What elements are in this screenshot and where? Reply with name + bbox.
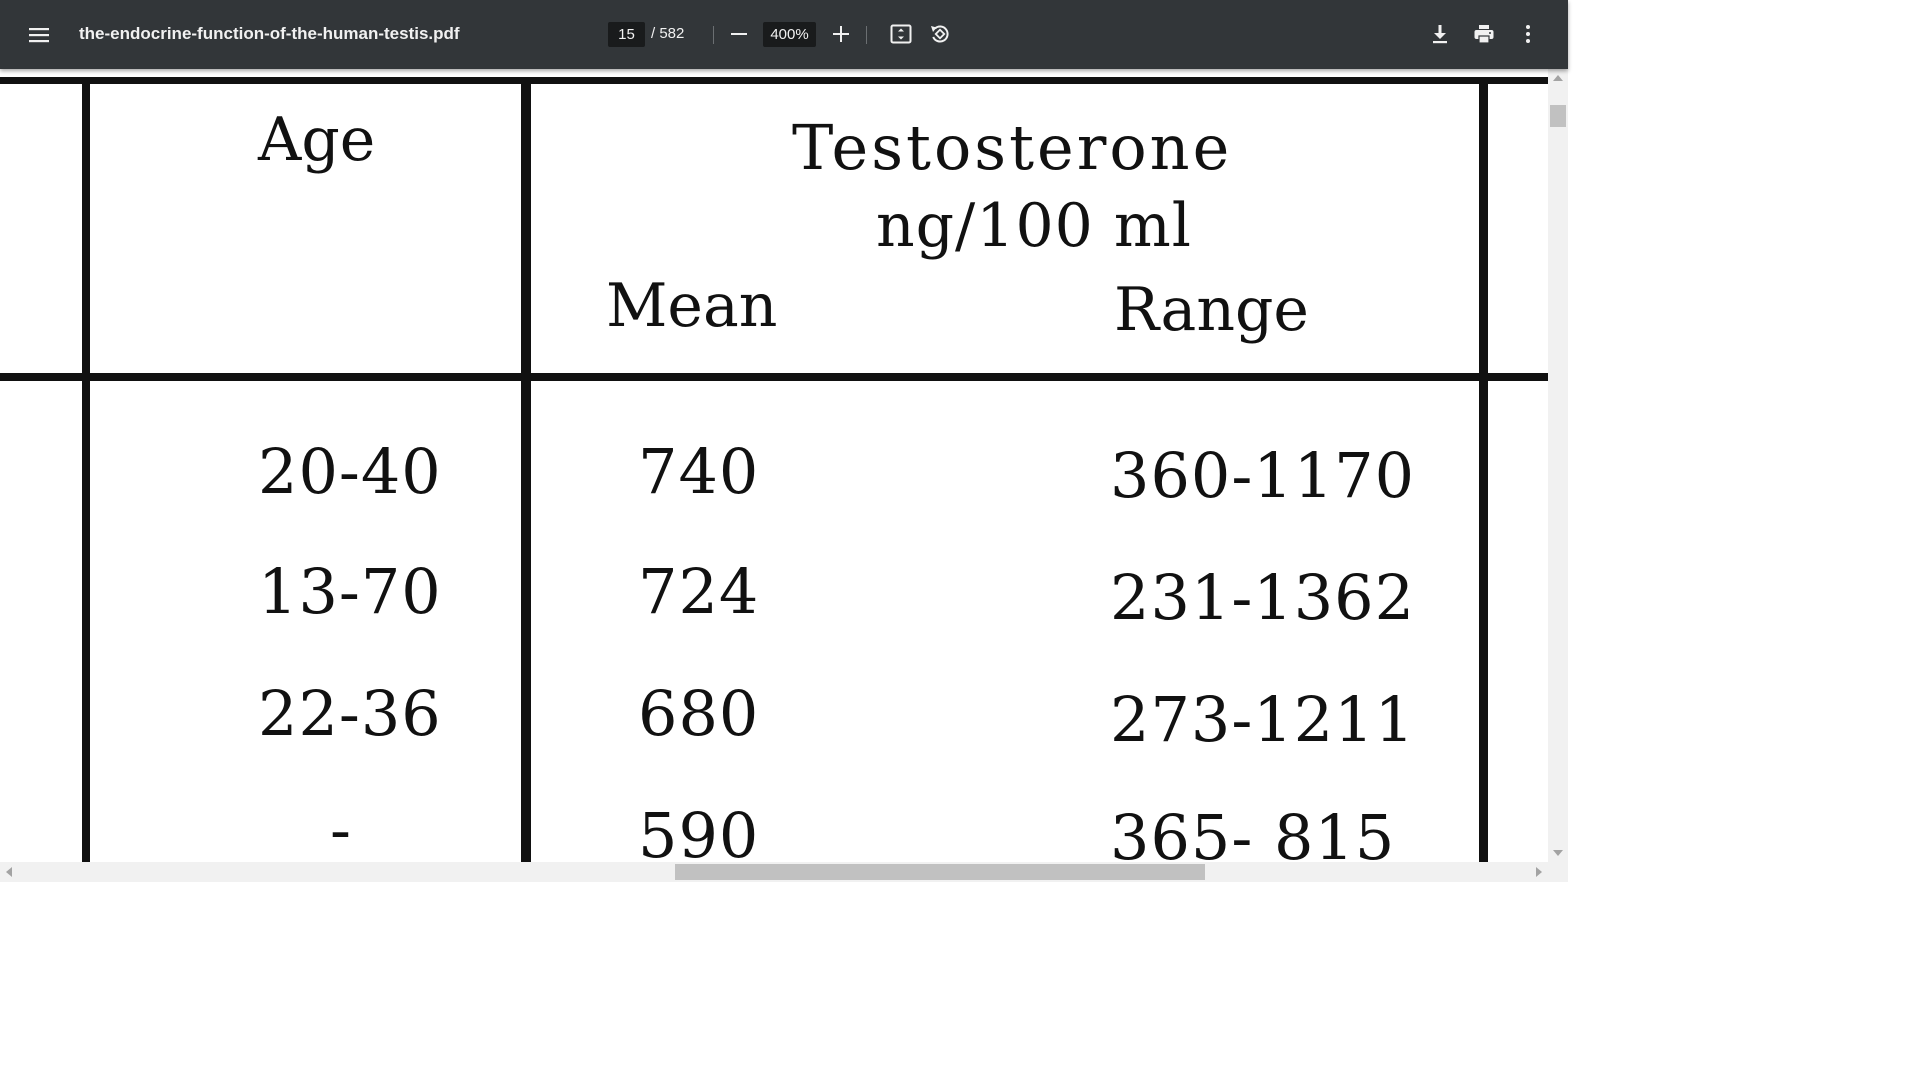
scroll-up-arrow-icon[interactable]: [1553, 75, 1563, 81]
row-age: -: [330, 793, 352, 862]
row-range: 231-1362: [1110, 561, 1416, 634]
scroll-down-arrow-icon[interactable]: [1553, 850, 1563, 856]
header-age: Age: [258, 105, 376, 175]
scroll-right-arrow-icon[interactable]: [1536, 867, 1542, 877]
header-range: Range: [1114, 275, 1309, 345]
plus-icon: [833, 26, 849, 42]
horizontal-scroll-thumb[interactable]: [675, 864, 1205, 880]
more-actions-button[interactable]: [1516, 22, 1540, 46]
header-testosterone: Testosterone: [792, 111, 1233, 184]
row-range: 360-1170: [1110, 439, 1416, 512]
row-mean: 740: [638, 435, 760, 508]
toolbar-divider: [713, 26, 714, 44]
page-total-label: / 582: [651, 25, 685, 42]
table-right-border: [1479, 81, 1488, 862]
toolbar-divider: [866, 26, 867, 44]
zoom-level-input[interactable]: 400%: [763, 22, 816, 47]
fit-to-page-button[interactable]: [889, 22, 913, 46]
download-icon: [1433, 25, 1447, 44]
rotate-counterclockwise-icon: [931, 25, 949, 43]
print-icon: [1474, 25, 1494, 44]
horizontal-scrollbar[interactable]: [0, 862, 1568, 882]
row-range: 273-1211: [1110, 683, 1416, 756]
document-viewport[interactable]: Age Testosterone ng/100 ml Mean Range 20…: [0, 69, 1548, 862]
row-age: 13-70: [258, 555, 442, 628]
header-mean: Mean: [606, 271, 778, 341]
more-vertical-icon: [1526, 25, 1530, 43]
pdf-page: Age Testosterone ng/100 ml Mean Range 20…: [0, 69, 1548, 862]
vertical-scrollbar[interactable]: [1548, 69, 1568, 862]
row-age: 22-36: [258, 677, 442, 750]
table-left-border: [82, 81, 90, 862]
print-button[interactable]: [1472, 22, 1496, 46]
header-unit: ng/100 ml: [876, 191, 1192, 261]
row-mean: 680: [638, 677, 760, 750]
download-button[interactable]: [1428, 22, 1452, 46]
pdf-toolbar: the-endocrine-function-of-the-human-test…: [0, 0, 1568, 69]
rotate-button[interactable]: [928, 22, 952, 46]
vertical-scroll-thumb[interactable]: [1550, 105, 1566, 127]
row-mean: 590: [638, 799, 760, 862]
table-top-rule: [0, 77, 1548, 84]
table-column-divider: [521, 81, 531, 862]
zoom-out-button[interactable]: [728, 23, 750, 45]
scroll-left-arrow-icon[interactable]: [6, 867, 12, 877]
row-mean: 724: [638, 555, 760, 628]
fit-to-page-icon: [890, 24, 912, 44]
table-header-rule: [0, 373, 1548, 381]
document-title: the-endocrine-function-of-the-human-test…: [79, 24, 460, 43]
row-range: 365- 815: [1110, 801, 1396, 862]
hamburger-menu-icon: [29, 28, 49, 43]
page-number-input[interactable]: 15: [608, 22, 645, 47]
minus-icon: [731, 33, 747, 35]
menu-button[interactable]: [26, 22, 52, 48]
row-age: 20-40: [258, 435, 442, 508]
zoom-in-button[interactable]: [830, 23, 852, 45]
